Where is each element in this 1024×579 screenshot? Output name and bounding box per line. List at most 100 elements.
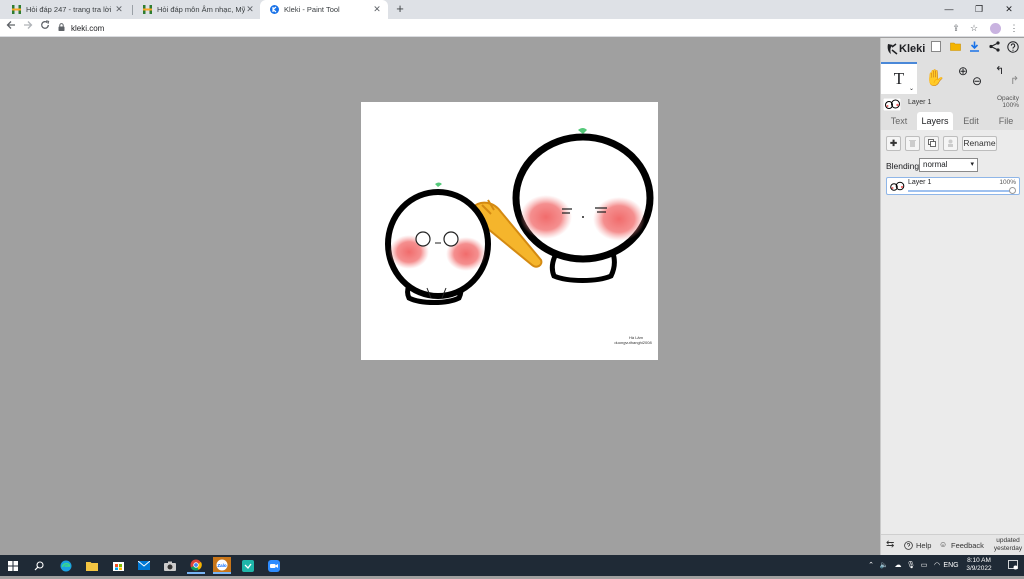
browser-tab-amnhac[interactable]: Hỏi đáp môn Âm nhạc, Mỹ thuật ✕ <box>133 0 261 19</box>
kleki-logo: Kleki <box>886 40 925 58</box>
drawing-canvas[interactable]: Hà Lâm duongvuthanghi2008 <box>361 102 658 360</box>
notifications-icon[interactable] <box>1006 555 1020 576</box>
minimize-button[interactable]: — <box>934 0 964 19</box>
browser-toolbar: kleki.com ⇪ ☆ ⋮ <box>0 19 1024 37</box>
share-page-icon[interactable]: ⇪ <box>948 20 964 36</box>
undo-redo-buttons: ↰ ↱ <box>989 62 1024 94</box>
new-image-icon[interactable] <box>929 41 943 55</box>
text-tool-button[interactable]: T ⌄ <box>881 62 917 94</box>
small-mushroom-character <box>385 182 491 305</box>
layer-opacity: 100% <box>999 179 1016 186</box>
windows-start-icon[interactable] <box>4 557 22 574</box>
layer-list-item[interactable]: Layer 1 100% <box>886 177 1020 195</box>
chevron-down-icon: ▾ <box>970 161 974 168</box>
open-folder-icon[interactable] <box>948 41 962 55</box>
layer-name: Layer 1 <box>908 179 932 186</box>
camera-app-icon[interactable] <box>161 557 179 574</box>
forward-arrow-icon[interactable] <box>20 20 36 36</box>
file-explorer-icon[interactable] <box>83 557 101 574</box>
panel-footer: ⇆ Help ☺ Feedback updated yesterday <box>881 534 1024 555</box>
edge-browser-icon[interactable] <box>57 557 75 574</box>
swap-sides-icon[interactable]: ⇆ <box>886 540 894 550</box>
back-arrow-icon[interactable] <box>3 20 19 36</box>
add-layer-button[interactable]: ✚ <box>886 136 901 151</box>
layer-opacity-slider-handle[interactable] <box>1009 187 1016 194</box>
feedback-icon[interactable]: ☺ <box>939 540 947 549</box>
kleki-side-panel: Kleki T ⌄ ✋ ⊕ ⊖ ↰ ↱ Layer 1 Opacity 100%… <box>880 38 1024 555</box>
layers-panel: ✚ Rename Blending normal ▾ Layer 1 100% <box>881 130 1024 555</box>
zoom-meetings-icon[interactable] <box>265 557 283 574</box>
browser-tab-strip: Hỏi đáp 247 - trang tra lời ✕ Hỏi đáp mô… <box>0 0 1024 19</box>
redo-icon[interactable]: ↱ <box>1010 74 1019 87</box>
trash-icon <box>909 140 916 147</box>
opacity-value: 100% <box>1002 102 1019 109</box>
help-icon[interactable] <box>1006 41 1020 55</box>
blending-label: Blending <box>886 161 920 171</box>
blending-select[interactable]: normal ▾ <box>919 158 978 172</box>
duplicate-layer-button[interactable] <box>924 136 939 151</box>
wifi-icon[interactable]: ◠ <box>931 555 943 576</box>
browser-tab-hoidap247[interactable]: Hỏi đáp 247 - trang tra lời ✕ <box>2 0 130 19</box>
reload-icon[interactable] <box>37 20 53 36</box>
tab-title: Kleki - Paint Tool <box>284 5 340 14</box>
hand-tool-button[interactable]: ✋ <box>917 62 953 94</box>
delete-layer-button[interactable] <box>905 136 920 151</box>
address-bar[interactable]: kleki.com <box>58 20 942 36</box>
tab-close-icon[interactable]: ✕ <box>114 4 124 15</box>
artwork-illustration: Hà Lâm duongvuthanghi2008 <box>385 128 654 345</box>
teams-icon[interactable] <box>239 557 257 574</box>
profile-avatar[interactable] <box>990 23 1001 34</box>
clock-date: 3/9/2022 <box>966 565 992 572</box>
tab-edit[interactable]: Edit <box>954 112 988 130</box>
zoom-out-icon[interactable]: ⊖ <box>972 74 982 88</box>
svg-text:Zalo: Zalo <box>217 562 227 567</box>
microsoft-store-icon[interactable] <box>109 557 127 574</box>
lock-icon <box>58 23 65 33</box>
feedback-link[interactable]: Feedback <box>951 541 984 550</box>
layer-thumbnail <box>883 98 901 111</box>
drawing-workspace[interactable]: Hà Lâm duongvuthanghi2008 <box>0 38 880 555</box>
undo-icon[interactable]: ↰ <box>995 64 1004 77</box>
merge-icon <box>948 139 953 147</box>
merge-layer-button[interactable] <box>943 136 958 151</box>
tab-close-icon[interactable]: ✕ <box>372 4 382 15</box>
restore-button[interactable]: ❐ <box>964 0 994 19</box>
layer-opacity-slider[interactable] <box>908 190 1014 192</box>
tab-text[interactable]: Text <box>882 112 916 130</box>
share-icon[interactable] <box>987 41 1001 55</box>
tool-row: T ⌄ ✋ ⊕ ⊖ ↰ ↱ <box>881 62 1024 94</box>
mail-icon[interactable] <box>135 557 153 574</box>
bookmark-star-icon[interactable]: ☆ <box>966 20 982 36</box>
download-icon[interactable] <box>967 41 981 55</box>
kleki-logo-icon <box>887 43 898 55</box>
kleki-favicon-icon <box>270 5 279 14</box>
hoidap-favicon-icon <box>143 5 152 14</box>
close-window-button[interactable]: ✕ <box>994 0 1024 19</box>
panel-tabs: Text Layers Edit File <box>881 112 1024 130</box>
chrome-menu-icon[interactable]: ⋮ <box>1006 20 1022 36</box>
chevron-down-icon: ⌄ <box>908 86 914 92</box>
tab-layers[interactable]: Layers <box>917 112 953 130</box>
tab-close-icon[interactable]: ✕ <box>245 4 255 15</box>
opacity-label: Opacity <box>996 95 1019 102</box>
layer-thumbnail <box>889 180 905 193</box>
zoom-buttons: ⊕ ⊖ <box>953 62 989 94</box>
search-icon[interactable] <box>30 557 48 574</box>
chrome-icon[interactable] <box>187 557 205 574</box>
onedrive-cloud-icon[interactable]: ☁ <box>892 555 904 576</box>
microphone-icon[interactable]: 🎙 <box>905 555 917 576</box>
taskbar-clock[interactable]: 8:10 AM 3/9/2022 <box>956 557 1002 573</box>
zalo-icon[interactable]: Zalo <box>213 557 231 574</box>
volume-icon[interactable]: 🔈 <box>878 555 890 576</box>
chevron-up-icon[interactable]: ⌃ <box>866 555 876 576</box>
help-link[interactable]: Help <box>916 541 931 550</box>
current-layer-name: Layer 1 <box>908 99 932 106</box>
new-tab-button[interactable]: + <box>392 1 408 17</box>
rename-layer-button[interactable]: Rename <box>962 136 997 151</box>
battery-icon[interactable]: ▭ <box>918 555 930 576</box>
help-circle-icon[interactable] <box>904 541 913 552</box>
browser-tab-kleki[interactable]: Kleki - Paint Tool ✕ <box>260 0 388 19</box>
zoom-in-icon[interactable]: ⊕ <box>958 64 968 78</box>
tab-file[interactable]: File <box>989 112 1023 130</box>
hoidap-favicon-icon <box>12 5 21 14</box>
